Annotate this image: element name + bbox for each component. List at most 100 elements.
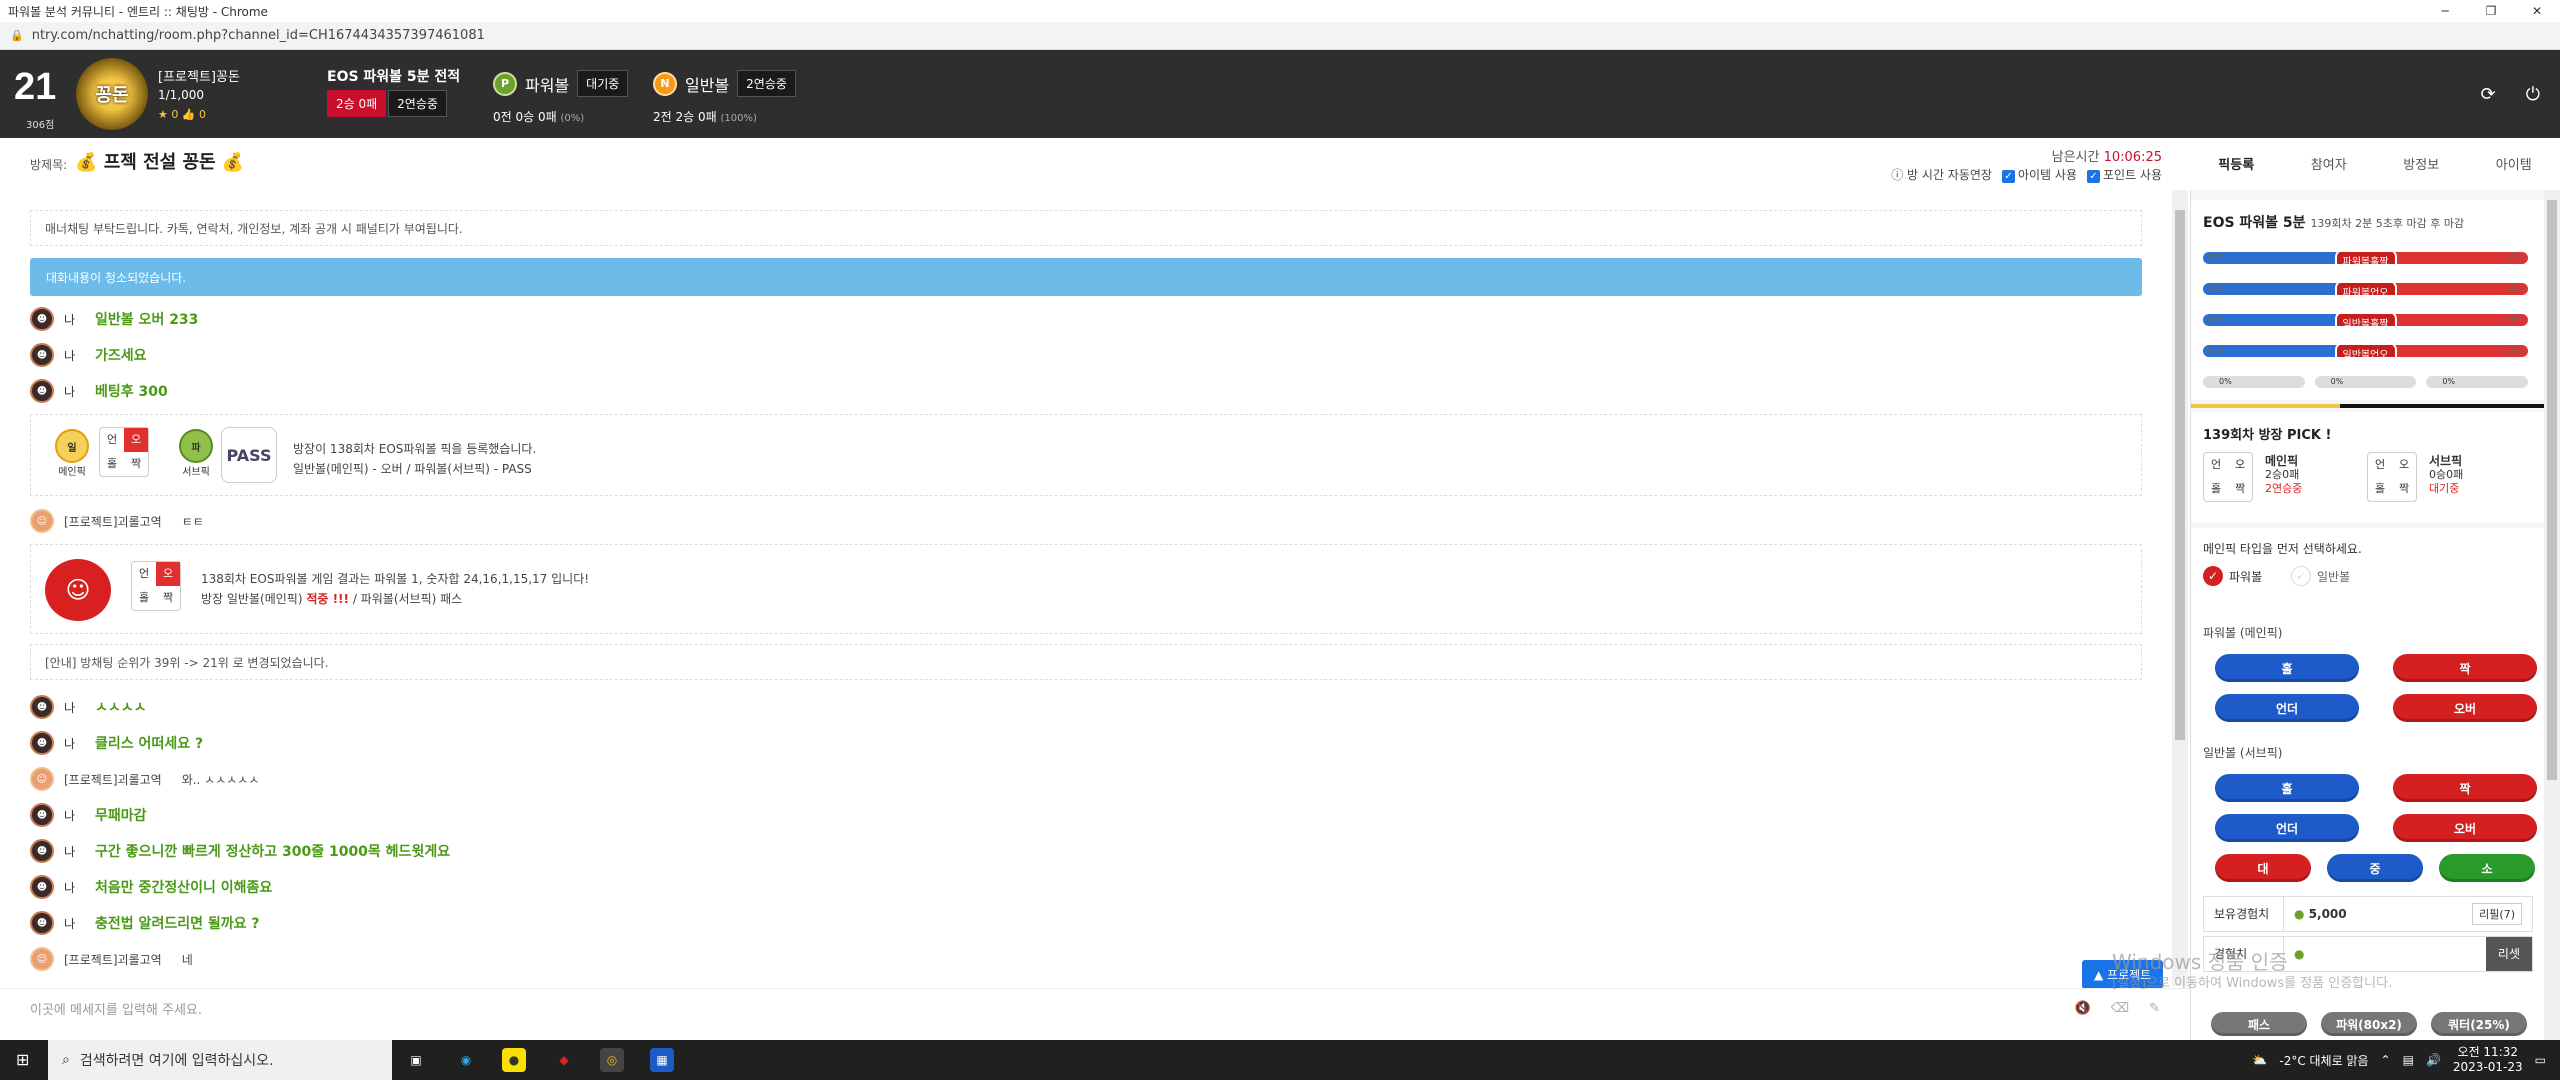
avatar: ☻ — [30, 803, 54, 827]
exp-label: 보유경험치 — [2204, 897, 2284, 931]
pass-badge: PASS — [221, 427, 277, 483]
chat-message: ☻ 나 무패마감 — [30, 802, 147, 828]
chat-message: ☻ 나 충전법 알려드리면 될까요 ? — [30, 910, 259, 936]
main-pick-ball: 일 — [55, 429, 89, 463]
chat-message: ☻ 나 클리스 어떠세요 ? — [30, 730, 203, 756]
normal-radio[interactable]: ✓ 일반볼 — [2291, 566, 2350, 586]
normal-odd-button[interactable]: 홀 — [2215, 774, 2359, 802]
pick-notice-line1: 방장이 138회차 EOS파워볼 픽을 등록했습니다. — [293, 442, 537, 456]
kakaotalk-icon[interactable]: ● — [502, 1048, 526, 1072]
item-use-checkbox[interactable]: ✓ 아이템 사용 — [2001, 166, 2077, 183]
pick-panel: EOS 파워볼 5분 139회차 2분 5초후 마감 후 마감 57% 42% 파워… — [2190, 190, 2545, 1040]
chat-scrollbar[interactable] — [2172, 190, 2188, 986]
url-text[interactable]: ntry.com/nchatting/room.php?channel_id=C… — [32, 28, 485, 43]
normal-label: 일반볼 — [685, 75, 730, 95]
tab-items[interactable]: 아이템 — [2468, 154, 2560, 173]
exp-value: ● 5,000 — [2294, 907, 2347, 921]
chat-message: ☺ [프로젝트]괴롤고역 와.. ㅅㅅㅅㅅㅅ — [30, 766, 259, 792]
browser-titlebar: 파워볼 분석 커뮤니티 - 엔트리 :: 채팅방 - Chrome ─ ❐ ✕ — [0, 0, 2560, 22]
taskbar-search[interactable]: ⌕ 검색하려면 여기에 입력하십시오. — [48, 1040, 392, 1080]
taskbar: ⊞ ⌕ 검색하려면 여기에 입력하십시오. ▣ ◉ ● ◆ ◎ ▦ ⛅ -2°C … — [0, 1040, 2560, 1080]
pass-button[interactable]: 패스 — [2211, 1012, 2307, 1036]
close-icon[interactable]: ✕ — [2514, 0, 2560, 22]
main-pick-label: 메인픽 — [58, 467, 86, 478]
normalball-icon: N — [653, 71, 677, 96]
pen-icon[interactable]: ✎ — [2149, 1001, 2160, 1016]
main-pick-label: 메인픽 — [2265, 454, 2299, 468]
eraser-icon[interactable]: ⌫ — [2111, 1001, 2129, 1016]
auto-extend-option[interactable]: ⓘ 방 시간 자동연장 — [1891, 166, 1992, 183]
avatar: ☻ — [30, 695, 54, 719]
room-owner: [프로젝트]꽁돈 — [158, 70, 240, 85]
small-button[interactable]: 소 — [2439, 854, 2535, 882]
refill-button[interactable]: 리필(7) — [2472, 903, 2522, 925]
odds-bar: 57% 42% 파워볼홀짝 — [2203, 252, 2528, 264]
main-pick-streak: 2연승중 — [2265, 482, 2303, 495]
chrome-icon[interactable]: ◎ — [600, 1048, 624, 1072]
check-icon: ✓ — [2291, 566, 2311, 586]
quarter-button[interactable]: 쿼터(25%) — [2431, 1012, 2527, 1036]
chat-message: ☺ [프로젝트]괴롤고역 네 — [30, 946, 193, 972]
address-bar[interactable]: 🔒 ntry.com/nchatting/room.php?channel_id… — [0, 22, 2560, 50]
mini-bars: 0% 0% 0% — [2203, 376, 2529, 388]
task-view-icon[interactable]: ▣ — [404, 1048, 428, 1072]
weather-icon[interactable]: ⛅ — [2252, 1053, 2267, 1067]
reset-button[interactable]: 리셋 — [2485, 937, 2532, 971]
powerball-odd-button[interactable]: 홀 — [2215, 654, 2359, 682]
tab-participants[interactable]: 참여자 — [2283, 154, 2376, 173]
room-title-label: 방제목: — [30, 158, 68, 172]
sub-pick-label: 서브픽 — [2429, 454, 2463, 468]
exp-input[interactable]: ● — [2284, 947, 2486, 961]
pick-notice-line2: 일반볼(메인픽) - 오버 / 파워볼(서브픽) - PASS — [293, 462, 532, 476]
windows-start-icon[interactable]: ⊞ — [16, 1050, 29, 1069]
avatar: ☻ — [30, 307, 54, 331]
notification-icon[interactable]: ▭ — [2535, 1053, 2546, 1067]
power-button[interactable]: 파워(80x2) — [2321, 1012, 2417, 1036]
app-icon[interactable]: ◆ — [552, 1048, 576, 1072]
volume-icon[interactable]: 🔊 — [2426, 1053, 2441, 1067]
clock[interactable]: 오전 11:32 2023-01-23 — [2453, 1045, 2523, 1075]
sub-pick-record: 0승0패 — [2429, 468, 2464, 481]
side-tabs: 픽등록 참여자 방정보 아이템 — [2190, 138, 2560, 188]
weather-text[interactable]: -2°C 대체로 맑음 — [2279, 1052, 2368, 1069]
avatar: ☻ — [30, 839, 54, 863]
calculator-icon[interactable]: ▦ — [650, 1048, 674, 1072]
avatar: ☻ — [30, 911, 54, 935]
powerball-over-button[interactable]: 오버 — [2393, 694, 2537, 722]
powerball-under-button[interactable]: 언더 — [2215, 694, 2359, 722]
cleared-notice: 대화내용이 청소되었습니다. — [30, 258, 2142, 296]
chat-message: ☺ [프로젝트]괴롤고역 ㅌㅌ — [30, 508, 204, 534]
normal-under-button[interactable]: 언더 — [2215, 814, 2359, 842]
network-icon[interactable]: ▤ — [2403, 1053, 2414, 1067]
tab-room-info[interactable]: 방정보 — [2375, 154, 2468, 173]
power-icon[interactable]: ⏻ — [2526, 84, 2540, 105]
edge-icon[interactable]: ◉ — [454, 1048, 478, 1072]
powerball-radio[interactable]: ✓ 파워볼 — [2203, 566, 2262, 586]
room-rating: ★ 0 👍 0 — [158, 108, 207, 121]
minimize-icon[interactable]: ─ — [2422, 0, 2468, 22]
mute-icon[interactable]: 🔇 — [2075, 1001, 2091, 1016]
lock-icon[interactable]: 🔒 — [10, 29, 24, 42]
refresh-icon[interactable]: ⟳ — [2481, 84, 2496, 105]
avatar: ☻ — [30, 731, 54, 755]
tab-pick[interactable]: 픽등록 — [2190, 154, 2283, 173]
activation-watermark: Windows 정품 인증 — [2112, 950, 2288, 974]
sub-pick-label: 서브픽 — [182, 467, 210, 478]
check-icon: ✓ — [2203, 566, 2223, 586]
normal-even-button[interactable]: 짝 — [2393, 774, 2537, 802]
restore-icon[interactable]: ❐ — [2468, 0, 2514, 22]
point-use-checkbox[interactable]: ✓ 포인트 사용 — [2086, 166, 2162, 183]
main-pick-record: 2승0패 — [2265, 468, 2300, 481]
big-button[interactable]: 대 — [2215, 854, 2311, 882]
tray-arrow-icon[interactable]: ⌃ — [2381, 1053, 2391, 1067]
exp-row: 보유경험치 ● 5,000 리필(7) — [2203, 896, 2533, 932]
mid-button[interactable]: 중 — [2327, 854, 2423, 882]
odds-bar: 41% 58% 일반볼홀짝 — [2203, 314, 2528, 326]
result-line2: 방장 일반볼(메인픽) 적중 !!! / 파워볼(서브픽) 패스 — [201, 592, 463, 606]
side-scrollbar[interactable] — [2544, 190, 2560, 1040]
system-tray: ⛅ -2°C 대체로 맑음 ⌃ ▤ 🔊 오전 11:32 2023-01-23 ▭ — [2252, 1040, 2546, 1080]
normal-over-button[interactable]: 오버 — [2393, 814, 2537, 842]
powerball-even-button[interactable]: 짝 — [2393, 654, 2537, 682]
chat-input-placeholder[interactable]: 이곳에 메세지를 입력해 주세요. — [30, 999, 202, 1018]
chat-input[interactable]: 이곳에 메세지를 입력해 주세요. 🔇 ⌫ ✎ — [0, 988, 2190, 1028]
